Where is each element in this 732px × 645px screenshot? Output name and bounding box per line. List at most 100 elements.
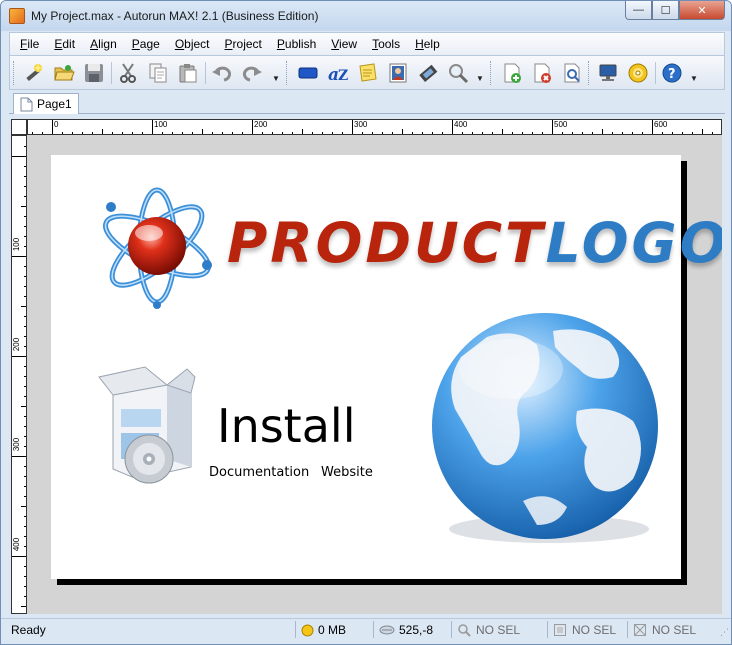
new-page-icon [504,63,521,83]
close-button[interactable]: ✕ [679,1,725,20]
logo-product-text: PRODUCT [227,211,546,275]
status-memory: 0 MB [301,623,346,637]
toolbar-grip[interactable] [286,61,289,85]
search-object-icon [449,64,469,84]
save-button[interactable] [82,61,106,85]
toolbar-grip[interactable] [13,61,16,85]
product-logo[interactable]: PRODUCTLOGO [227,211,722,275]
add-search-object[interactable] [446,61,470,85]
title-bar[interactable]: My Project.max - Autorun MAX! 2.1 (Busin… [1,1,731,31]
app-icon [9,8,25,24]
new-page-button[interactable] [500,61,524,85]
coin-icon [301,624,314,636]
horizontal-ruler: 0 100 200 300 400 500 600 [27,119,722,135]
undo-icon [212,66,231,82]
ruler-label: 400 [454,120,468,129]
menu-publish[interactable]: Publish [277,37,316,51]
burn-cd-icon [628,63,648,83]
redo-icon [243,66,262,82]
status-bar: Ready 0 MB 525,-8 NO SEL NO SEL NO SEL ⋰ [1,618,731,640]
menu-edit[interactable]: Edit [54,37,75,51]
app-window: My Project.max - Autorun MAX! 2.1 (Busin… [0,0,732,645]
ruler-label: 400 [12,537,22,552]
atom-logo-icon[interactable] [99,183,217,309]
maximize-icon: ☐ [660,4,671,17]
toolbar-grip[interactable] [588,61,591,85]
status-selection-pos: NO SEL [633,623,696,637]
video-object-icon [419,64,438,82]
menu-help[interactable]: Help [415,37,440,51]
menu-object[interactable]: Object [175,37,210,51]
cut-icon [120,63,136,83]
menu-tools[interactable]: Tools [372,37,400,51]
menu-align[interactable]: Align [90,37,117,51]
vertical-ruler: 100 200 300 400 [11,135,27,614]
add-image-object[interactable] [386,61,410,85]
resize-grip-icon[interactable]: ⋰ [720,627,729,638]
maximize-button[interactable]: ☐ [652,1,679,20]
menu-page[interactable]: Page [132,37,160,51]
note-object-icon [359,63,377,82]
window-title: My Project.max - Autorun MAX! 2.1 (Busin… [31,9,319,23]
delete-page-button[interactable] [530,61,554,85]
ruler-label: 500 [554,120,568,129]
menu-file[interactable]: File [20,37,39,51]
ruler-label: 200 [254,120,268,129]
ruler-label: 300 [12,437,22,452]
toolbar-grip[interactable] [490,61,493,85]
minimize-button[interactable]: — [625,1,652,20]
documentation-link[interactable]: Documentation [209,465,309,480]
page-tabs: Page1 [9,90,725,114]
website-link[interactable]: Website [321,465,373,480]
zoom-icon [458,624,471,637]
redo-button[interactable] [240,61,264,85]
paste-button[interactable] [176,61,200,85]
copy-button[interactable] [146,61,170,85]
ruler-label: 100 [12,237,22,252]
test-run-icon [599,64,617,81]
menu-view[interactable]: View [331,37,357,51]
test-run-button[interactable] [596,61,620,85]
chevron-down-icon[interactable]: ▼ [476,74,484,83]
autorun-page[interactable]: PRODUCTLOGO Install Documentation Websit… [51,155,722,579]
text-object-icon: aZ [328,65,348,84]
help-icon: ? [662,63,682,83]
status-selection-size: NO SEL [553,623,616,637]
globe-icon[interactable] [427,311,667,547]
ruler-label: 0 [54,120,59,129]
open-icon [54,65,75,81]
help-button[interactable]: ? [660,61,684,85]
status-ready: Ready [11,623,46,637]
preview-page-button[interactable] [560,61,584,85]
menu-bar: File Edit Align Page Object Project Publ… [9,32,725,56]
ruler-label: 600 [654,120,668,129]
ruler-corner [11,119,27,135]
wizard-button[interactable] [22,61,46,85]
tab-page1[interactable]: Page1 [13,93,79,114]
design-canvas[interactable]: PRODUCTLOGO Install Documentation Websit… [27,135,722,614]
status-coords: 525,-8 [379,623,433,637]
add-text-object[interactable]: aZ [326,61,350,85]
cut-button[interactable] [116,61,140,85]
add-button-object[interactable] [296,61,320,85]
cursor-coords-icon [379,625,395,635]
install-text[interactable]: Install [217,399,355,453]
delete-page-icon [534,63,551,83]
preview-page-icon [564,63,580,83]
chevron-down-icon[interactable]: ▼ [272,74,280,83]
add-video-object[interactable] [416,61,440,85]
add-note-object[interactable] [356,61,380,85]
ruler-label: 100 [154,120,168,129]
ruler-label: 200 [12,337,22,352]
install-box-icon[interactable] [95,363,199,493]
open-button[interactable] [52,61,76,85]
undo-button[interactable] [210,61,234,85]
logo-logo-text: LOGO [545,211,722,275]
button-object-icon [298,67,318,79]
menu-project[interactable]: Project [225,37,262,51]
copy-icon [149,63,167,83]
burn-cd-button[interactable] [626,61,650,85]
svg-text:?: ? [668,67,676,82]
minimize-icon: — [633,4,644,16]
chevron-down-icon[interactable]: ▼ [690,74,698,83]
